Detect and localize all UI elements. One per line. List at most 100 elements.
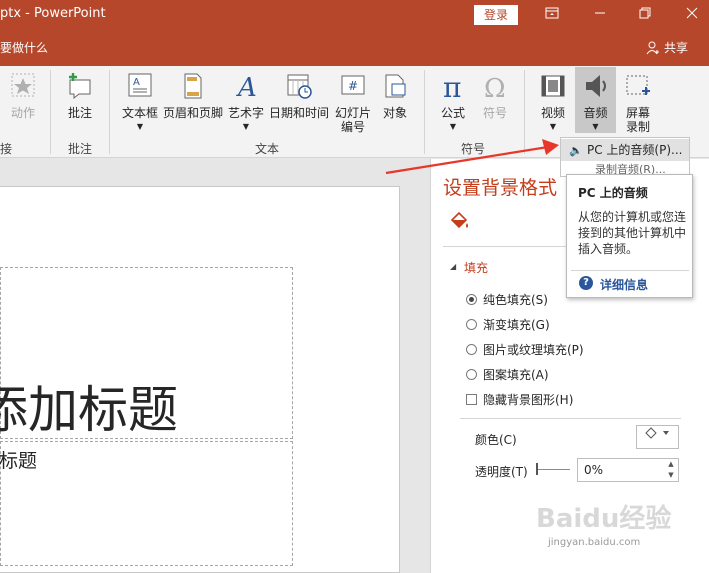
tooltip-divider (571, 270, 689, 271)
radio[interactable] (466, 319, 477, 330)
color-picker-button[interactable] (636, 425, 679, 449)
date-time-button[interactable]: 日期和时间 (268, 72, 330, 120)
audio-button[interactable]: 音频 ▼ (575, 67, 616, 133)
window-title: ptx - PowerPoint (0, 6, 106, 21)
chevron-down-icon: ▼ (242, 122, 250, 131)
login-button[interactable]: 登录 (474, 5, 518, 25)
transparency-slider[interactable] (536, 469, 570, 470)
screen-recording-icon (626, 75, 650, 95)
radio[interactable] (466, 369, 477, 380)
speaker-icon: 🔈 (569, 144, 583, 157)
object-label: 对象 (382, 106, 407, 120)
equation-button[interactable]: π 公式 ▼ (434, 72, 472, 134)
subtitle-clip: 副标题 (0, 446, 293, 474)
close-icon[interactable] (684, 6, 700, 22)
user-icon (646, 41, 660, 55)
symbol-label: 符号 (482, 106, 507, 120)
annotation-arrow-icon (385, 139, 559, 175)
gradient-fill-option[interactable]: 渐变填充(G) (466, 316, 550, 333)
slider-handle[interactable] (536, 463, 538, 475)
subtitle-placeholder-text: 副标题 (0, 450, 38, 472)
color-label: 颜色(C) (475, 433, 517, 447)
video-label: 视频 (540, 106, 565, 120)
radio-selected[interactable] (466, 294, 477, 305)
wordart-icon: A (236, 73, 257, 100)
group-label-text: 文本 (255, 142, 280, 156)
gradient-fill-label: 渐变填充(G) (483, 318, 550, 332)
svg-text:π: π (443, 72, 461, 100)
picture-fill-label: 图片或纹理填充(P) (483, 343, 584, 357)
header-footer-label: 页眉和页脚 (162, 106, 223, 120)
group-label-links: 接 (0, 142, 13, 156)
picture-fill-option[interactable]: 图片或纹理填充(P) (466, 341, 584, 358)
screen-recording-label: 屏幕 录制 (625, 106, 650, 134)
solid-fill-option[interactable]: 纯色填充(S) (466, 291, 548, 308)
slide-number-button[interactable]: # 幻灯片 编号 (333, 72, 373, 134)
audio-label: 音频 (583, 106, 608, 120)
pane-divider (460, 418, 681, 419)
chevron-down-icon: ▼ (549, 122, 557, 131)
spinner-icon[interactable]: ▲ ▼ (664, 459, 678, 481)
hide-background-label: 隐藏背景图形(H) (483, 393, 574, 407)
textbox-label: 文本框 (121, 106, 158, 120)
video-button[interactable]: 视频 ▼ (534, 72, 572, 134)
tooltip-title: PC 上的音频 (578, 186, 648, 200)
group-label-comments: 批注 (68, 142, 93, 156)
chevron-down-icon: ▼ (449, 122, 457, 131)
action-button[interactable]: 动作 (6, 72, 40, 120)
radio[interactable] (466, 344, 477, 355)
group-separator (50, 70, 51, 154)
slide-number-label: 幻灯片 编号 (334, 106, 371, 134)
transparency-label: 透明度(T) (475, 465, 528, 479)
watermark-brand: Baidu经验 (536, 503, 671, 534)
header-footer-button[interactable]: 页眉和页脚 (162, 72, 224, 120)
omega-icon: Ω (484, 74, 506, 100)
chevron-down-icon: ▼ (592, 122, 599, 131)
solid-fill-label: 纯色填充(S) (483, 293, 548, 307)
action-label: 动作 (10, 106, 35, 120)
paint-bucket-icon[interactable] (448, 210, 470, 232)
equation-label: 公式 (440, 106, 465, 120)
group-separator (109, 70, 110, 154)
comment-button[interactable]: 批注 (60, 72, 100, 120)
date-time-label: 日期和时间 (268, 106, 329, 120)
symbol-button[interactable]: Ω 符号 (476, 72, 514, 120)
pattern-fill-option[interactable]: 图案填充(A) (466, 366, 549, 383)
fill-section-header[interactable]: 填充 (464, 259, 488, 276)
comment-icon (69, 73, 91, 100)
textbox-button[interactable]: A 文本框 ▼ (118, 72, 162, 134)
screen-recording-button[interactable]: 屏幕 录制 (620, 72, 656, 134)
collapse-triangle-icon[interactable]: ◢ (450, 262, 456, 271)
chevron-down-icon: ▼ (136, 122, 144, 131)
help-icon[interactable]: ? (579, 276, 593, 290)
restore-icon[interactable] (637, 6, 653, 22)
pattern-fill-label: 图案填充(A) (483, 368, 549, 382)
menu-item-audio-on-pc[interactable]: 🔈 PC 上的音频(P)... (561, 139, 689, 161)
svg-text:#: # (348, 79, 358, 93)
comment-label: 批注 (67, 106, 92, 120)
calendar-icon (287, 74, 312, 99)
tell-me-search[interactable]: 要做什么 (0, 39, 48, 56)
svg-text:A: A (236, 73, 257, 100)
svg-text:Ω: Ω (484, 74, 506, 100)
object-icon (385, 74, 406, 98)
title-placeholder-text: 添加标题 (0, 381, 178, 434)
watermark-url: jingyan.baidu.com (548, 537, 641, 548)
menu-item-audio-on-pc-label: PC 上的音频(P)... (587, 143, 683, 157)
speaker-icon (585, 75, 606, 97)
action-icon (11, 73, 35, 97)
tooltip-body: 从您的计算机或您连接到的其他计算机中插入音频。 (578, 210, 687, 256)
title-clip: 添加标题 (0, 370, 293, 434)
object-button[interactable]: 对象 (377, 72, 413, 120)
share-button[interactable]: 共享 (664, 39, 688, 56)
svg-text:A: A (133, 77, 140, 88)
minimize-icon[interactable] (592, 6, 608, 22)
ribbon-display-options-icon[interactable] (544, 6, 560, 22)
wordart-button[interactable]: A 艺术字 ▼ (225, 72, 267, 134)
paint-bucket-icon (644, 427, 669, 439)
pi-icon: π (443, 72, 461, 100)
checkbox[interactable] (466, 394, 477, 405)
header-footer-icon (184, 73, 202, 99)
hide-background-option[interactable]: 隐藏背景图形(H) (466, 391, 573, 408)
tooltip-more-info-link[interactable]: 详细信息 (600, 276, 648, 293)
